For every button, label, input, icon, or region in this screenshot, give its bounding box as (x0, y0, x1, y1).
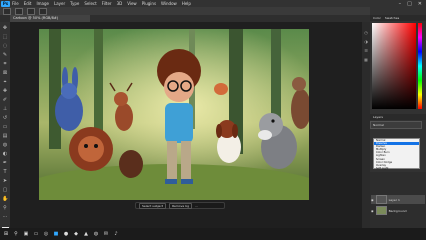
layer-name: Layer 1 (388, 197, 400, 202)
marquee-tool-icon[interactable]: ⬚ (2, 34, 8, 40)
crop-tool-icon[interactable]: ⌗ (2, 61, 8, 67)
app-icon[interactable]: ✉ (103, 231, 109, 237)
menu-bar: Ps File Edit Image Layer Type Select Fil… (0, 0, 426, 7)
menu-type[interactable]: Type (70, 0, 79, 7)
hand-tool-icon[interactable]: ✋ (2, 196, 8, 202)
menu-3d[interactable]: 3D (117, 0, 123, 7)
lasso-tool-icon[interactable]: ◌ (2, 43, 8, 49)
menu-file[interactable]: File (12, 0, 19, 7)
layer-row[interactable]: ◉ Background (371, 206, 425, 215)
layer-name: Background (388, 208, 407, 213)
menu-filter[interactable]: Filter (102, 0, 112, 7)
color-panel-tabs: Color Swatches (370, 15, 426, 21)
clone-stamp-icon[interactable]: ⊥ (2, 106, 8, 112)
more-tools-icon[interactable]: ⋯ (2, 214, 8, 220)
cartoon-artwork (39, 29, 309, 200)
toolbar: ✥ ⬚ ◌ ✎ ⌗ ⊠ ⌖ ✚ ✐ ⊥ ↺ ▭ ▤ ◍ ◐ ✒ T ➤ ▢ ✋ … (0, 22, 10, 229)
blend-mode-dropdown[interactable]: Normal (370, 121, 422, 129)
minimize-icon[interactable]: – (399, 1, 402, 7)
path-select-icon[interactable]: ➤ (2, 178, 8, 184)
browser-icon[interactable]: ◎ (43, 231, 49, 237)
maximize-icon[interactable]: □ (407, 1, 412, 7)
menu-plugins[interactable]: Plugins (142, 0, 156, 7)
properties-panel-icon[interactable]: ☰ (364, 48, 369, 53)
visibility-eye-icon[interactable]: ◉ (371, 198, 374, 202)
photoshop-logo: Ps (1, 0, 10, 7)
layer-thumbnail (375, 195, 387, 204)
app-icon[interactable]: ♪ (113, 231, 119, 237)
document-canvas[interactable] (39, 29, 309, 200)
menu-view[interactable]: View (127, 0, 137, 7)
eraser-icon[interactable]: ▭ (2, 124, 8, 130)
tab-swatches[interactable]: Swatches (385, 15, 399, 21)
home-icon[interactable] (3, 7, 11, 15)
window-controls: – □ ✕ (399, 1, 426, 7)
quick-select-icon[interactable]: ✎ (2, 52, 8, 58)
type-tool-icon[interactable]: T (2, 169, 8, 175)
layer-row[interactable]: ◉ Layer 1 (371, 195, 425, 204)
search-icon[interactable]: ⚲ (13, 231, 19, 237)
select-subject-button[interactable]: Select subject (139, 202, 167, 209)
dodge-icon[interactable]: ◐ (2, 151, 8, 157)
blend-mode-list: Normal Dissolve Darken Multiply Color Bu… (373, 138, 420, 170)
close-icon[interactable]: ✕ (418, 1, 422, 7)
file-explorer-icon[interactable]: ▭ (33, 231, 39, 237)
blur-icon[interactable]: ◍ (2, 142, 8, 148)
app-icon[interactable]: ▲ (83, 231, 89, 237)
contextual-task-bar: Select subject Remove bg ⋯ (135, 202, 225, 209)
visibility-eye-icon[interactable]: ◉ (371, 209, 374, 213)
menu-image[interactable]: Image (36, 0, 49, 7)
option-icon[interactable] (39, 7, 47, 15)
libraries-panel-icon[interactable]: ▦ (364, 57, 369, 62)
history-brush-icon[interactable]: ↺ (2, 115, 8, 121)
mode-icon[interactable] (27, 7, 35, 15)
options-bar (0, 7, 426, 15)
move-tool-icon[interactable]: ✥ (2, 25, 8, 31)
menu-window[interactable]: Window (161, 0, 177, 7)
eyedropper-icon[interactable]: ⌖ (2, 79, 8, 85)
healing-brush-icon[interactable]: ✚ (2, 88, 8, 94)
app-icon[interactable]: ◆ (73, 231, 79, 237)
document-tab[interactable]: Cartoon @ 50% (RGB/8#) (10, 15, 90, 22)
adjustments-panel-icon[interactable]: ◑ (364, 39, 369, 44)
zoom-tool-icon[interactable]: ⚲ (2, 205, 8, 211)
pen-tool-icon[interactable]: ✒ (2, 160, 8, 166)
windows-start-icon[interactable]: ⊞ (3, 231, 9, 237)
panel-dock: ◷ ◑ ☰ ▦ (362, 22, 370, 228)
hue-slider[interactable] (418, 23, 422, 109)
app-icon[interactable]: ◍ (93, 231, 99, 237)
photoshop-taskbar-icon[interactable]: ■ (53, 231, 59, 237)
tool-preset-icon[interactable] (15, 7, 23, 15)
gradient-icon[interactable]: ▤ (2, 133, 8, 139)
shape-tool-icon[interactable]: ▢ (2, 187, 8, 193)
remove-background-button[interactable]: Remove bg (169, 202, 193, 209)
menu-help[interactable]: Help (182, 0, 191, 7)
menu-layer[interactable]: Layer (54, 0, 65, 7)
layers-panel-header: Layers (370, 114, 426, 120)
tab-color[interactable]: Color (373, 15, 381, 21)
more-options-icon[interactable]: ⋯ (195, 204, 198, 208)
frame-tool-icon[interactable]: ⊠ (2, 70, 8, 76)
blend-option[interactable]: Soft Light (374, 167, 419, 170)
menu-select[interactable]: Select (84, 0, 96, 7)
task-view-icon[interactable]: ▣ (23, 231, 29, 237)
app-icon[interactable]: ● (63, 231, 69, 237)
menu-edit[interactable]: Edit (24, 0, 32, 7)
layer-thumbnail (375, 206, 387, 215)
history-panel-icon[interactable]: ◷ (364, 30, 369, 35)
brush-tool-icon[interactable]: ✐ (2, 97, 8, 103)
windows-taskbar: ⊞ ⚲ ▣ ▭ ◎ ■ ● ◆ ▲ ◍ ✉ ♪ (0, 228, 426, 240)
color-picker-field[interactable] (372, 23, 416, 109)
